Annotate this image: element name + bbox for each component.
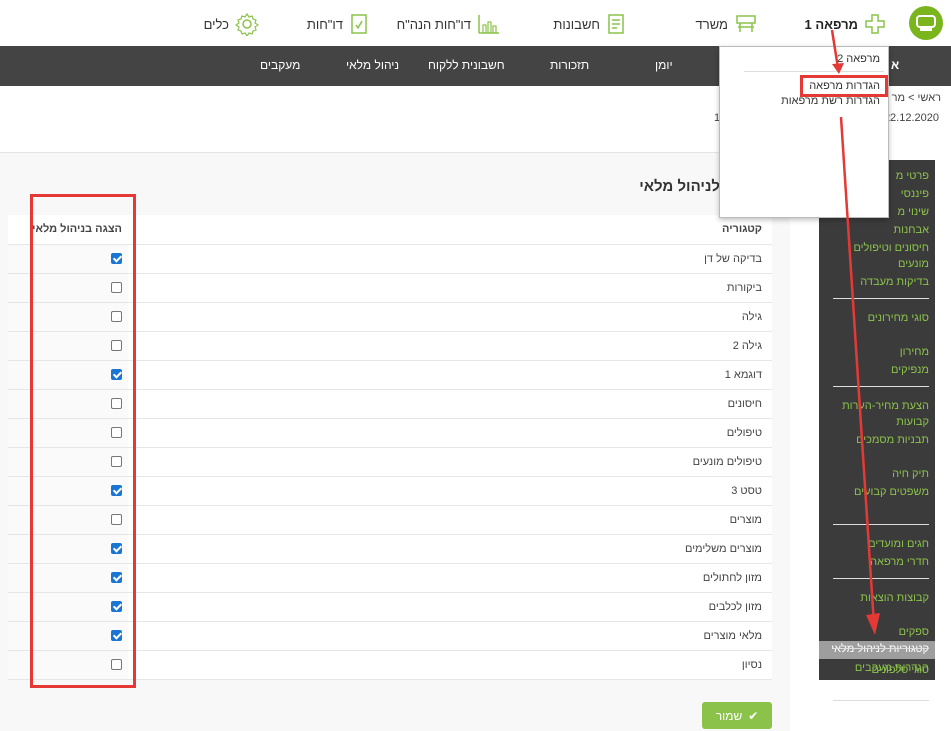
category-name: טיפולים — [128, 418, 772, 448]
breadcrumb[interactable]: ראשי > מר — [892, 92, 941, 104]
office-chair-icon — [736, 15, 756, 32]
sidebar-divider — [833, 700, 929, 701]
menu-item-customer-invoice[interactable]: חשבונית ללקוח — [428, 58, 505, 72]
nav-accounting-reports-label: דו"חות הנה"ח — [396, 16, 471, 32]
highlight-clinic-settings — [800, 75, 888, 97]
menu-item-followups[interactable]: מעקבים — [260, 58, 300, 72]
annotation-arrow-down-icon — [830, 29, 844, 74]
gear-icon — [235, 12, 259, 36]
nav-accounts-label: חשבונות — [553, 16, 600, 32]
nav-accounts[interactable]: חשבונות — [553, 12, 626, 36]
menu-item-reminders[interactable]: תזכורות — [550, 58, 589, 72]
col-header-category: קטגוריה — [128, 215, 772, 245]
category-name: טסט 3 — [128, 476, 772, 506]
nav-reports-label: דו"חות — [306, 16, 343, 32]
bar-chart-icon — [478, 15, 499, 34]
page-title: לניהול מלאי — [639, 178, 720, 195]
category-name: נסיון — [128, 650, 772, 680]
nav-accounting-reports[interactable]: דו"חות הנה"ח — [397, 12, 501, 36]
rapidvet-logo[interactable] — [909, 6, 943, 40]
top-bar: מרפאה 1 משרד חשבונות דו"חות הנה"ח דו"חות — [0, 0, 951, 46]
category-name: חיסונים — [128, 389, 772, 419]
invoice-icon — [608, 14, 624, 34]
category-name: מזון לכלבים — [128, 592, 772, 622]
sidebar-item[interactable]: הגדרות מעקבים — [825, 660, 929, 676]
sidebar-divider — [833, 648, 929, 649]
category-name: מזון לחתולים — [128, 563, 772, 593]
vet-logo-icon — [916, 15, 936, 31]
nav-reports[interactable]: דו"חות — [307, 12, 369, 36]
dropdown-divider — [744, 71, 884, 72]
category-name: בדיקה של דן — [128, 244, 772, 274]
annotation-arrow-long-icon — [839, 116, 880, 635]
menu-item-inventory[interactable]: ניהול מלאי — [346, 58, 399, 72]
nav-office-label: משרד — [695, 16, 728, 32]
menu-item-cut[interactable]: א — [891, 58, 899, 72]
category-name: ביקורות — [128, 273, 772, 303]
save-button-label: שמור — [715, 708, 743, 723]
category-name: גילה 2 — [128, 331, 772, 361]
category-name: גילה — [128, 302, 772, 332]
category-name: דוגמא 1 — [128, 360, 772, 390]
report-icon — [351, 14, 367, 34]
nav-tools[interactable]: כלים — [204, 12, 259, 36]
current-date: 22.12.2020 — [883, 112, 939, 124]
checkmark-icon: ✔ — [748, 708, 759, 723]
category-name: מוצרים — [128, 505, 772, 535]
nav-office[interactable]: משרד — [696, 12, 758, 36]
category-name: מלאי מוצרים — [128, 621, 772, 651]
plus-cross-icon — [865, 14, 885, 34]
highlight-display-column — [30, 194, 136, 688]
nav-tools-label: כלים — [203, 16, 229, 32]
category-name: טיפולים מונעים — [128, 447, 772, 477]
category-name: מוצרים משלימים — [128, 534, 772, 564]
menu-item-diary[interactable]: יומן — [655, 58, 673, 72]
save-button[interactable]: ✔ שמור — [702, 702, 772, 729]
